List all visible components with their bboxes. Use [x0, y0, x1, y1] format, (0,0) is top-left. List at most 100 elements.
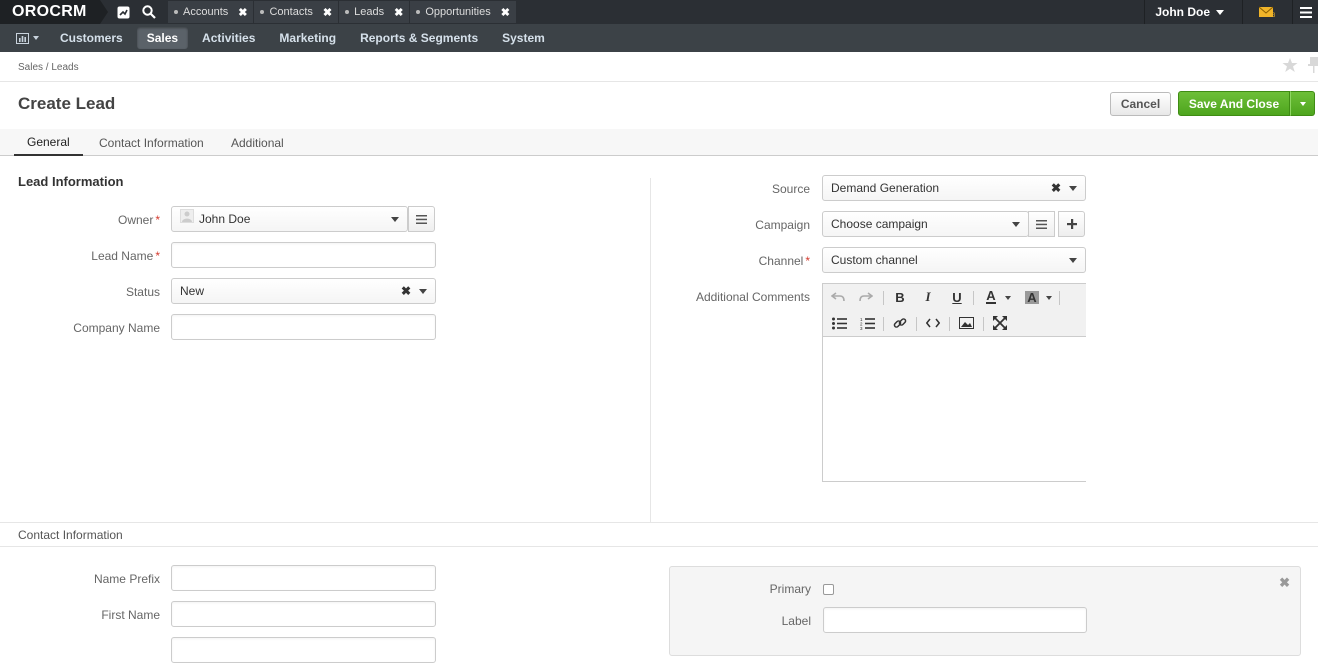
clear-icon[interactable]: ✖ [1051, 181, 1061, 195]
nav-reports-segments[interactable]: Reports & Segments [350, 27, 488, 49]
lead-name-input[interactable] [171, 242, 436, 268]
tab-contact-information[interactable]: Contact Information [99, 129, 204, 156]
campaign-placeholder: Choose campaign [831, 217, 928, 231]
additional-comments-label: Additional Comments [695, 290, 810, 304]
next-input-partial[interactable] [171, 637, 436, 663]
envelope-icon: 3 [1258, 6, 1276, 18]
menu-icon[interactable] [1292, 0, 1318, 24]
pinned-tab-leads[interactable]: Leads ✖ [339, 1, 410, 23]
svg-text:3: 3 [860, 326, 863, 330]
image-icon[interactable] [955, 313, 977, 333]
name-prefix-label: Name Prefix [93, 572, 160, 586]
owner-select-grid-button[interactable] [408, 206, 435, 232]
user-name: John Doe [1155, 5, 1210, 19]
app-logo[interactable]: OROCRM [0, 0, 108, 24]
link-icon[interactable] [889, 313, 911, 333]
campaign-grid-button[interactable] [1028, 211, 1055, 237]
search-icon[interactable] [136, 0, 162, 24]
status-select[interactable]: New ✖ [171, 278, 436, 304]
cancel-button[interactable]: Cancel [1110, 92, 1171, 116]
italic-icon[interactable]: I [917, 287, 939, 307]
bullet-list-icon[interactable] [828, 313, 850, 333]
chevron-down-icon [1299, 101, 1306, 106]
pin-icon[interactable] [1308, 57, 1318, 76]
top-bar: OROCRM Accounts ✖ Contacts ✖ Leads ✖ Opport… [0, 0, 1318, 24]
first-name-label: First Name [101, 608, 160, 622]
campaign-add-button[interactable] [1058, 211, 1085, 237]
code-icon[interactable] [922, 313, 944, 333]
pinned-tab-label: Contacts [269, 6, 313, 18]
pinned-tab-opportunities[interactable]: Opportunities ✖ [410, 1, 516, 23]
close-icon[interactable]: ✖ [238, 6, 247, 19]
history-icon[interactable] [110, 0, 136, 24]
company-name-label: Company Name [73, 321, 160, 335]
nav-system[interactable]: System [492, 27, 555, 49]
channel-select[interactable]: Custom channel [822, 247, 1086, 273]
chevron-down-icon [391, 217, 399, 222]
remove-icon[interactable]: ✖ [1279, 575, 1290, 591]
chevron-down-icon [1012, 222, 1020, 227]
campaign-select[interactable]: Choose campaign [822, 211, 1029, 237]
bullet-icon [416, 10, 421, 14]
pinned-tab-accounts[interactable]: Accounts ✖ [168, 1, 254, 23]
page-title: Create Lead [18, 94, 116, 113]
chevron-down-icon[interactable] [1005, 296, 1011, 300]
page-actions [1282, 57, 1318, 76]
redo-icon[interactable] [855, 287, 877, 307]
star-icon[interactable] [1282, 57, 1298, 76]
close-icon[interactable]: ✖ [323, 6, 332, 19]
primary-checkbox[interactable] [823, 584, 834, 595]
nav-marketing[interactable]: Marketing [269, 27, 346, 49]
save-options-dropdown[interactable] [1290, 91, 1315, 116]
save-and-close-button[interactable]: Save And Close [1178, 91, 1290, 116]
pinned-tab-label: Accounts [183, 6, 229, 18]
label-input[interactable] [823, 607, 1087, 633]
nav-activities[interactable]: Activities [192, 27, 265, 49]
status-value: New [180, 284, 205, 298]
pinned-tab-label: Leads [354, 6, 385, 18]
lead-name-label: Lead Name * [0, 249, 160, 263]
top-bar-right: John Doe 3 [1144, 0, 1318, 24]
close-icon[interactable]: ✖ [501, 6, 510, 19]
text-color-icon[interactable]: A [980, 287, 1002, 307]
user-menu[interactable]: John Doe [1144, 0, 1242, 24]
dashboard-menu[interactable] [0, 32, 48, 44]
underline-icon[interactable]: U [946, 287, 968, 307]
first-name-input[interactable] [171, 601, 436, 627]
close-icon[interactable]: ✖ [394, 6, 403, 19]
toolbar-separator [883, 291, 884, 305]
clear-icon[interactable]: ✖ [401, 284, 411, 298]
pinned-tab-label: Opportunities [425, 6, 491, 18]
bullet-icon [345, 10, 350, 14]
label-field-label: Label [781, 614, 811, 628]
campaign-label: Campaign [755, 218, 810, 232]
toolbar-separator [983, 317, 984, 331]
nav-customers[interactable]: Customers [50, 27, 133, 49]
additional-comments-editor: B I U A A 123 [822, 283, 1086, 482]
owner-label-text: Owner [117, 213, 154, 227]
primary-label: Primary [769, 582, 811, 596]
owner-value: John Doe [199, 212, 251, 226]
bold-icon[interactable]: B [889, 287, 911, 307]
chevron-down-icon[interactable] [1046, 296, 1052, 300]
owner-select[interactable]: John Doe [171, 206, 408, 232]
toolbar-separator [949, 317, 950, 331]
required-mark: * [155, 249, 160, 263]
pinned-tab-contacts[interactable]: Contacts ✖ [254, 1, 339, 23]
tab-general[interactable]: General [14, 129, 83, 156]
chevron-down-icon [1069, 258, 1077, 263]
company-name-input[interactable] [171, 314, 436, 340]
undo-icon[interactable] [827, 287, 849, 307]
source-select[interactable]: Demand Generation ✖ [822, 175, 1086, 201]
tab-additional[interactable]: Additional [231, 129, 284, 156]
fullscreen-icon[interactable] [989, 313, 1011, 333]
background-color-icon[interactable]: A [1021, 287, 1043, 307]
name-prefix-input[interactable] [171, 565, 436, 591]
nav-sales[interactable]: Sales [136, 27, 189, 49]
toolbar-separator [883, 317, 884, 331]
divider [0, 81, 1318, 82]
email-notifications[interactable]: 3 [1242, 0, 1292, 24]
numbered-list-icon[interactable]: 123 [856, 313, 878, 333]
main-navigation: Customers Sales Activities Marketing Rep… [0, 24, 1318, 52]
channel-label-text: Channel [758, 254, 804, 268]
